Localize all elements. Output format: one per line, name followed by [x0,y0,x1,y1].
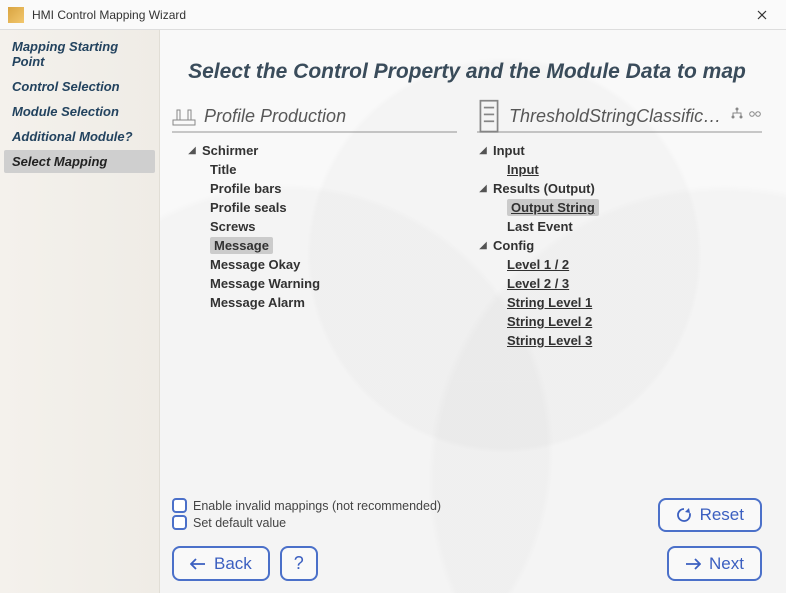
tree-node-label: Input [493,143,525,158]
tree-node-schirmer[interactable]: ◢ Schirmer [186,141,457,160]
control-property-tree: ◢ Schirmer Title Profile bars Profile se… [172,141,457,312]
tree-leaf-screws[interactable]: Screws [206,217,457,236]
tree-node-config[interactable]: ◢ Config [477,236,762,255]
tree-leaf-input[interactable]: Input [503,160,762,179]
tree-node-label: Schirmer [202,143,258,158]
arrow-right-icon [685,556,701,572]
tree-node-results[interactable]: ◢ Results (Output) [477,179,762,198]
step-additional-module[interactable]: Additional Module? [4,125,155,148]
label-enable-invalid-mappings: Enable invalid mappings (not recommended… [193,499,441,513]
arrow-left-icon [190,556,206,572]
window-title: HMI Control Mapping Wizard [32,8,742,22]
tree-node-input[interactable]: ◢ Input [477,141,762,160]
help-label: ? [294,553,304,574]
control-property-panel: Profile Production ◢ Schirmer Title Prof… [172,106,457,350]
reset-label: Reset [700,505,744,525]
checkbox-enable-invalid-mappings[interactable] [172,498,187,513]
options-group: Enable invalid mappings (not recommended… [172,496,441,532]
step-module-selection[interactable]: Module Selection [4,100,155,123]
content-area: Select the Control Property and the Modu… [160,30,786,593]
chevron-down-icon: ◢ [477,145,489,156]
tree-leaf-message-okay[interactable]: Message Okay [206,255,457,274]
tree-leaf-last-event[interactable]: Last Event [503,217,762,236]
page-title: Select the Control Property and the Modu… [172,60,762,84]
back-label: Back [214,554,252,574]
tree-leaf-profile-seals[interactable]: Profile seals [206,198,457,217]
module-data-title: ThresholdStringClassificat… [509,106,722,127]
tree-leaf-title[interactable]: Title [206,160,457,179]
close-button[interactable] [742,1,782,29]
tree-leaf-level-2-3[interactable]: Level 2 / 3 [503,274,762,293]
next-button[interactable]: Next [667,546,762,581]
tree-leaf-profile-bars[interactable]: Profile bars [206,179,457,198]
step-select-mapping[interactable]: Select Mapping [4,150,155,173]
hierarchy-icon[interactable] [730,107,744,126]
tree-leaf-message[interactable]: Message [206,236,457,255]
module-icon [477,108,501,126]
wizard-steps-sidebar: Mapping Starting Point Control Selection… [0,30,160,593]
tree-leaf-output-string[interactable]: Output String [503,198,762,217]
tree-leaf-string-level-2[interactable]: String Level 2 [503,312,762,331]
app-icon [8,7,24,23]
chevron-down-icon: ◢ [186,145,198,156]
tree-leaf-string-level-1[interactable]: String Level 1 [503,293,762,312]
label-set-default-value: Set default value [193,516,286,530]
next-label: Next [709,554,744,574]
titlebar: HMI Control Mapping Wizard [0,0,786,30]
reset-icon [676,507,692,523]
step-control-selection[interactable]: Control Selection [4,75,155,98]
chevron-down-icon: ◢ [477,240,489,251]
help-button[interactable]: ? [280,546,318,581]
tree-node-label: Config [493,238,534,253]
checkbox-set-default-value[interactable] [172,515,187,530]
link-icon[interactable] [748,107,762,126]
reset-button[interactable]: Reset [658,498,762,532]
tree-node-label: Results (Output) [493,181,595,196]
chevron-down-icon: ◢ [477,183,489,194]
close-icon [757,10,767,20]
tree-leaf-string-level-3[interactable]: String Level 3 [503,331,762,350]
control-property-title: Profile Production [204,106,457,127]
module-data-tree: ◢ Input Input ◢ Results (Output) Output … [477,141,762,350]
module-data-panel: ThresholdStringClassificat… ◢ Input Inpu… [477,106,762,350]
profile-icon [172,108,196,126]
tree-leaf-level-1-2[interactable]: Level 1 / 2 [503,255,762,274]
step-mapping-starting-point[interactable]: Mapping Starting Point [4,35,155,73]
tree-leaf-message-warning[interactable]: Message Warning [206,274,457,293]
tree-leaf-message-alarm[interactable]: Message Alarm [206,293,457,312]
back-button[interactable]: Back [172,546,270,581]
